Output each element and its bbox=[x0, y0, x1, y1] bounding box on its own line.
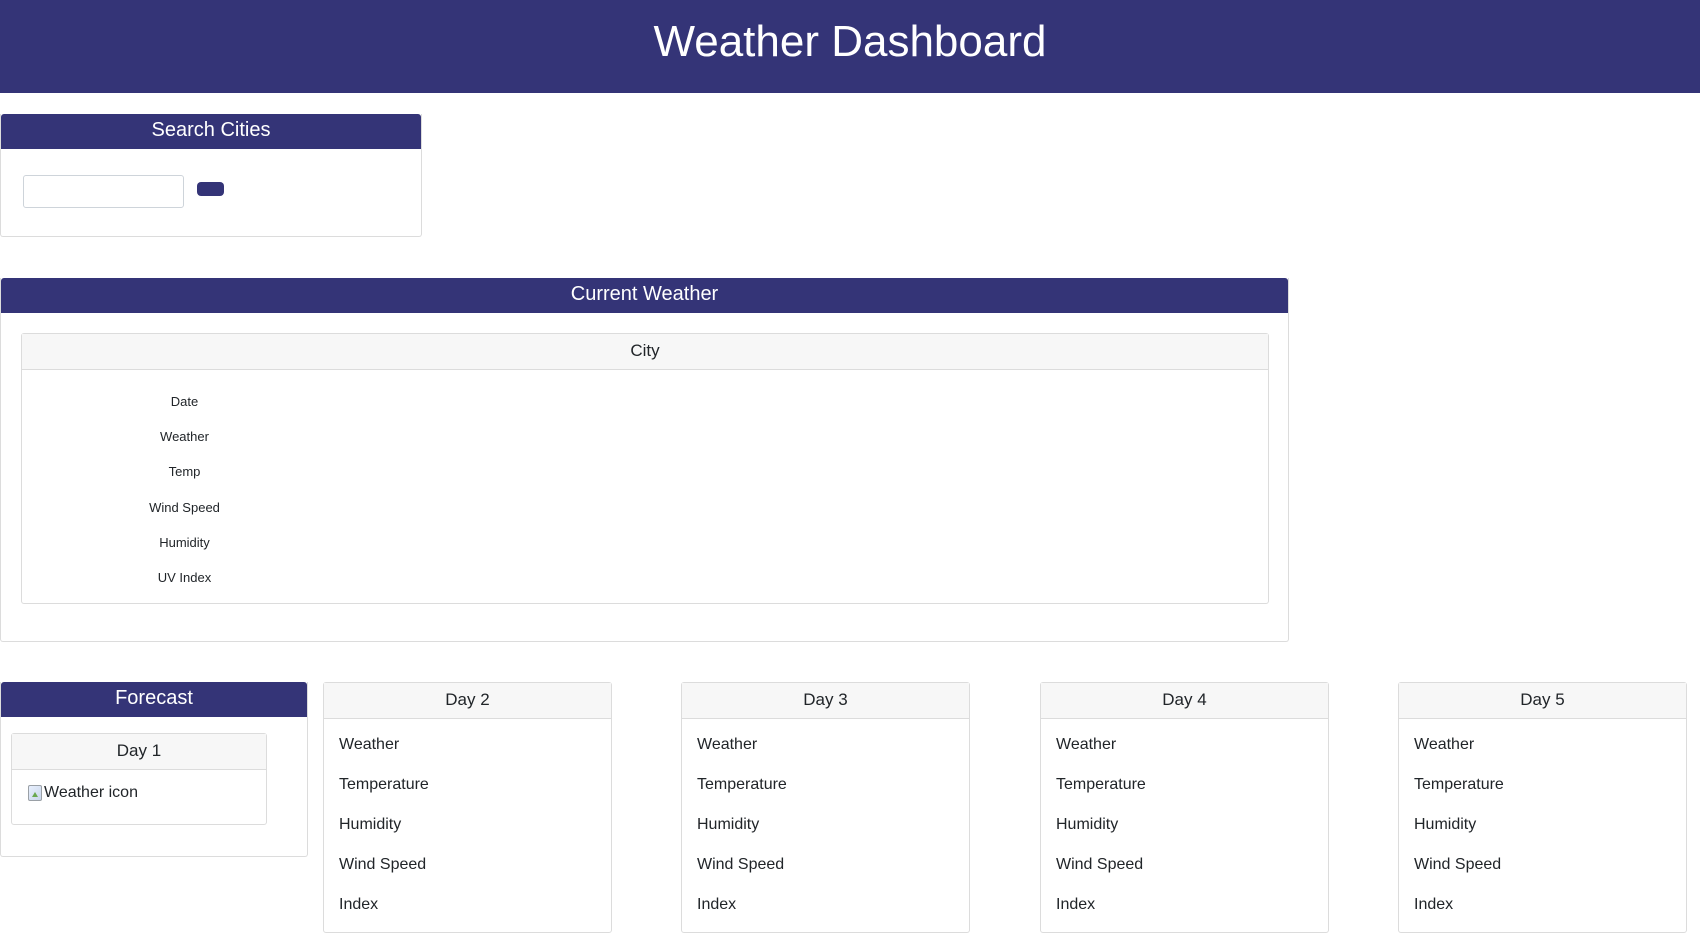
weather-icon: Weather icon bbox=[28, 784, 138, 802]
forecast-wind-speed: Wind Speed bbox=[1414, 856, 1502, 873]
broken-image-icon bbox=[28, 785, 42, 801]
current-date: Date bbox=[170, 394, 199, 409]
current-weather-list: Date Weather Temp Wind Speed Humidity UV… bbox=[22, 384, 347, 595]
search-button[interactable] bbox=[197, 182, 224, 196]
forecast-wind-speed: Wind Speed bbox=[697, 856, 785, 873]
forecast-day-4-label: Day 4 bbox=[1041, 683, 1328, 719]
forecast-panel: Forecast Day 1 Weather icon bbox=[0, 682, 308, 857]
forecast-weather: Weather bbox=[339, 736, 400, 753]
city-card: City Date Weather Temp Wind Speed Humidi… bbox=[21, 333, 1269, 604]
forecast-index: Index bbox=[339, 896, 379, 913]
forecast-day-1-card: Day 1 Weather icon bbox=[11, 733, 267, 825]
page-title: Weather Dashboard bbox=[653, 17, 1047, 66]
forecast-day-5-list: Weather Temperature Humidity Wind Speed … bbox=[1399, 719, 1686, 919]
current-temp: Temp bbox=[168, 464, 201, 480]
forecast-title: Forecast bbox=[1, 682, 307, 717]
forecast-weather: Weather bbox=[1056, 736, 1117, 753]
forecast-humidity: Humidity bbox=[1414, 816, 1477, 833]
forecast-weather: Weather bbox=[697, 736, 758, 753]
forecast-day-1-label: Day 1 bbox=[12, 734, 266, 770]
forecast-index: Index bbox=[1056, 896, 1096, 913]
current-humidity: Humidity bbox=[159, 534, 210, 550]
current-weather-title: Current Weather bbox=[1, 278, 1288, 313]
forecast-index: Index bbox=[697, 896, 737, 913]
forecast-day-3-card: Day 3 Weather Temperature Humidity Wind … bbox=[681, 682, 970, 933]
weather-icon-alt-text: Weather icon bbox=[44, 784, 138, 801]
search-panel: Search Cities bbox=[0, 114, 422, 237]
forecast-day-5-card: Day 5 Weather Temperature Humidity Wind … bbox=[1398, 682, 1687, 933]
forecast-wind-speed: Wind Speed bbox=[1056, 856, 1144, 873]
forecast-wind-speed: Wind Speed bbox=[339, 856, 427, 873]
forecast-humidity: Humidity bbox=[339, 816, 402, 833]
search-panel-title: Search Cities bbox=[1, 114, 421, 149]
page-header: Weather Dashboard bbox=[0, 0, 1700, 93]
forecast-temperature: Temperature bbox=[697, 776, 787, 793]
current-weather: Weather bbox=[160, 429, 209, 445]
forecast-weather: Weather bbox=[1414, 736, 1475, 753]
forecast-index: Index bbox=[1414, 896, 1454, 913]
city-name: City bbox=[22, 334, 1268, 370]
forecast-day-3-label: Day 3 bbox=[682, 683, 969, 719]
forecast-day-2-label: Day 2 bbox=[324, 683, 611, 719]
current-uv-index: UV Index bbox=[157, 569, 212, 585]
forecast-day-2-card: Day 2 Weather Temperature Humidity Wind … bbox=[323, 682, 612, 933]
city-search-input[interactable] bbox=[23, 175, 184, 208]
forecast-day-4-card: Day 4 Weather Temperature Humidity Wind … bbox=[1040, 682, 1329, 933]
current-weather-panel: Current Weather City Date Weather Temp W… bbox=[0, 278, 1289, 642]
forecast-temperature: Temperature bbox=[339, 776, 429, 793]
forecast-day-5-label: Day 5 bbox=[1399, 683, 1686, 719]
forecast-day-2-list: Weather Temperature Humidity Wind Speed … bbox=[324, 719, 611, 919]
forecast-day-4-list: Weather Temperature Humidity Wind Speed … bbox=[1041, 719, 1328, 919]
forecast-humidity: Humidity bbox=[1056, 816, 1119, 833]
forecast-temperature: Temperature bbox=[1414, 776, 1504, 793]
forecast-temperature: Temperature bbox=[1056, 776, 1146, 793]
forecast-day-3-list: Weather Temperature Humidity Wind Speed … bbox=[682, 719, 969, 919]
current-wind-speed: Wind Speed bbox=[149, 499, 220, 515]
forecast-humidity: Humidity bbox=[697, 816, 760, 833]
